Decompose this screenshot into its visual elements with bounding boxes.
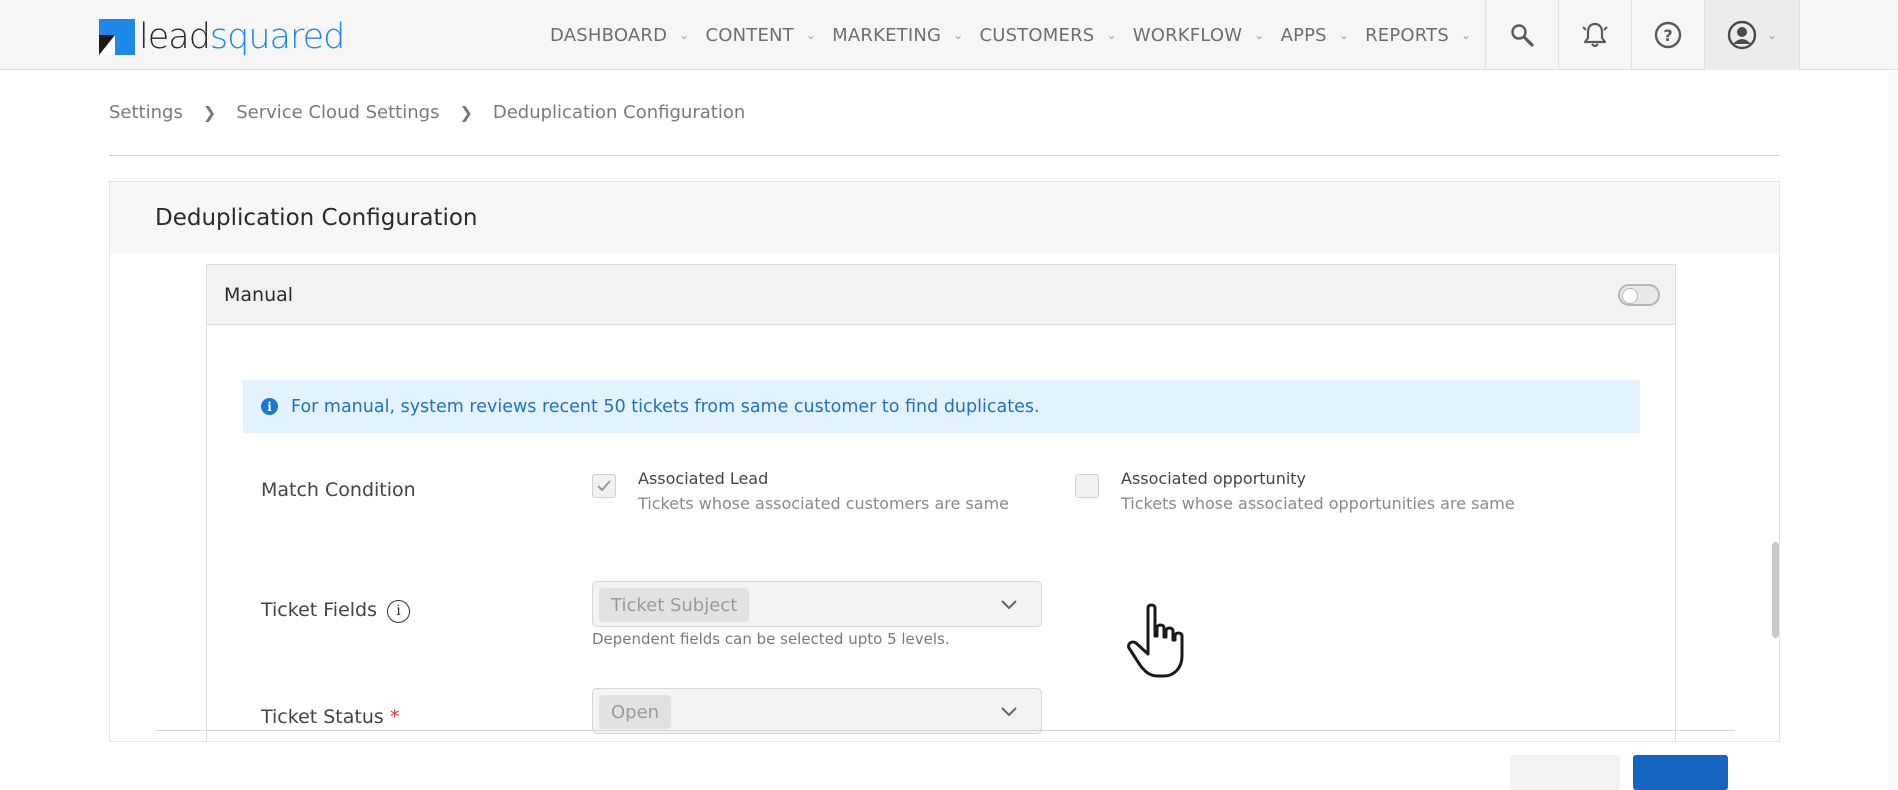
chevron-down-icon: ⌄ [1106,28,1117,42]
breadcrumb: Settings ❯ Service Cloud Settings ❯ Dedu… [109,102,745,123]
dedup-config-card: Deduplication Configuration Manual i For… [109,181,1780,742]
help-icon: ? [1654,21,1682,49]
logo-wordmark: leadsquared [139,17,345,57]
ticket-status-select[interactable]: Open [592,688,1042,734]
header-actions: ? ⌄ [1485,0,1800,70]
nav-workflow[interactable]: WORKFLOW ⌄ [1133,25,1265,46]
card-header: Deduplication Configuration [110,182,1779,254]
ticket-fields-label: Ticket Fields i [261,599,411,623]
ticket-fields-hint: Dependent fields can be selected upto 5 … [592,630,950,648]
chevron-down-icon: ⌄ [1766,28,1778,42]
nav-apps[interactable]: APPS ⌄ [1281,25,1350,46]
search-button[interactable] [1485,0,1558,70]
associated-lead-checkbox[interactable] [592,474,616,498]
info-icon: i [261,398,278,415]
content-scrollbar-thumb[interactable] [1772,542,1779,638]
top-navigation-bar: leadsquared DASHBOARD ⌄ CONTENT ⌄ MARKETIN… [0,0,1898,70]
main-menu: DASHBOARD ⌄ CONTENT ⌄ MARKETING ⌄ CUSTOMERS… [550,0,1487,70]
associated-lead-text: Associated Lead Tickets whose associated… [638,469,1009,513]
chevron-down-icon: ⌄ [1461,28,1472,42]
nav-label: MARKETING [832,24,942,46]
selected-chip: Ticket Subject [599,588,750,622]
nav-label: APPS [1280,24,1327,46]
nav-label: REPORTS [1365,24,1449,46]
cancel-button[interactable] [1510,755,1620,790]
chevron-right-icon: ❯ [459,103,473,122]
help-button[interactable]: ? [1631,0,1704,70]
save-button[interactable] [1633,755,1728,790]
bell-icon [1582,22,1608,48]
ticket-fields-text: Ticket Fields [261,599,378,621]
option-title: Associated Lead [638,469,769,488]
chevron-down-icon: ⌄ [679,28,690,42]
nav-label: DASHBOARD [550,24,668,46]
page-scrollbar[interactable] [1888,70,1898,790]
ticket-status-label: Ticket Status * [261,706,399,728]
chevron-down-icon [1001,600,1017,610]
chevron-down-icon [1001,707,1017,717]
match-condition-label: Match Condition [261,479,416,501]
user-profile-icon [1727,20,1757,50]
associated-opportunity-text: Associated opportunity Tickets whose ass… [1121,469,1515,513]
chevron-down-icon: ⌄ [805,28,817,42]
ticket-status-text: Ticket Status [261,706,384,728]
chevron-down-icon: ⌄ [1254,28,1265,42]
info-outline-icon[interactable]: i [387,599,411,623]
manual-panel-header: Manual [207,265,1675,325]
footer-divider [155,730,1735,731]
nav-reports[interactable]: REPORTS ⌄ [1365,25,1471,46]
nav-label: WORKFLOW [1132,24,1243,46]
panel-title: Manual [224,283,294,306]
search-icon [1511,24,1534,47]
logo-mark-icon [99,19,135,55]
selected-chip: Open [599,695,672,729]
associated-opportunity-checkbox[interactable] [1075,474,1099,498]
profile-menu-button[interactable]: ⌄ [1704,0,1800,70]
chevron-down-icon: ⌄ [1338,28,1350,42]
manual-toggle[interactable] [1618,283,1660,306]
nav-label: CONTENT [705,24,794,46]
nav-customers[interactable]: CUSTOMERS ⌄ [979,25,1116,46]
option-subtitle: Tickets whose associated customers are s… [638,494,1010,513]
nav-dashboard[interactable]: DASHBOARD ⌄ [550,25,689,46]
nav-marketing[interactable]: MARKETING ⌄ [832,25,963,46]
checkmark-icon [597,480,611,492]
breadcrumb-current-page: Deduplication Configuration [492,102,746,123]
page-title: Deduplication Configuration [155,205,478,231]
required-marker: * [389,706,400,728]
chevron-down-icon: ⌄ [953,28,964,42]
ticket-fields-select[interactable]: Ticket Subject [592,581,1042,627]
associated-opportunity-option: Associated opportunity Tickets whose ass… [1075,469,1515,513]
option-title: Associated opportunity [1121,469,1307,488]
breadcrumb-service-cloud-settings[interactable]: Service Cloud Settings [236,102,439,123]
chevron-right-icon: ❯ [202,103,217,122]
svg-text:?: ? [1663,26,1672,45]
leadsquared-logo[interactable]: leadsquared [99,17,345,57]
associated-lead-option: Associated Lead Tickets whose associated… [592,469,1009,513]
info-message: For manual, system reviews recent 50 tic… [291,396,1040,417]
option-subtitle: Tickets whose associated opportunities a… [1121,494,1515,513]
manual-panel: Manual i For manual, system reviews rece… [206,264,1676,741]
nav-label: CUSTOMERS [979,24,1095,46]
nav-content[interactable]: CONTENT ⌄ [705,25,816,46]
info-banner: i For manual, system reviews recent 50 t… [243,380,1640,433]
breadcrumb-divider [109,155,1780,156]
breadcrumb-settings[interactable]: Settings [109,102,183,123]
notifications-button[interactable] [1558,0,1631,70]
